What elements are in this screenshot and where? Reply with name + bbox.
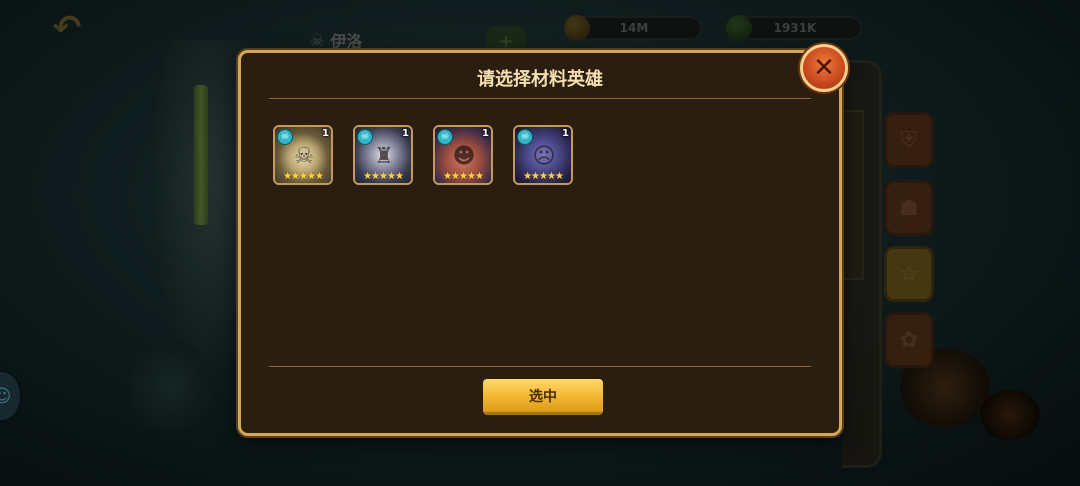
skull-faction-icon: ☠: [517, 129, 533, 145]
hero-card[interactable]: ♜ ☠ 1 ★★★★★: [353, 125, 413, 185]
title-divider: [269, 98, 811, 99]
pirate-face-icon: ☻: [452, 143, 476, 169]
skull-faction-icon: ☠: [277, 129, 293, 145]
hero-level: 1: [402, 128, 409, 139]
skull-faction-icon: ☠: [437, 129, 453, 145]
hero-level: 1: [482, 128, 489, 139]
hero-card[interactable]: ☹ ☠ 1 ★★★★★: [513, 125, 573, 185]
footer-divider: [269, 366, 811, 367]
skull-faction-icon: ☠: [357, 129, 373, 145]
hero-stars: ★★★★★: [283, 171, 324, 182]
hero-grid: ☠ ☠ 1 ★★★★★ ♜ ☠ 1 ★★★★★ ☻ ☠ 1 ★★★★★ ☹ ☠ …: [273, 125, 573, 185]
skull-face-icon: ☠: [294, 143, 314, 169]
hero-card[interactable]: ☠ ☠ 1 ★★★★★: [273, 125, 333, 185]
select-material-hero-dialog: 请选择材料英雄 ☠ ☠ 1 ★★★★★ ♜ ☠ 1 ★★★★★ ☻ ☠ 1 ★★…: [238, 50, 842, 436]
select-button[interactable]: 选中: [483, 379, 603, 415]
hero-level: 1: [562, 128, 569, 139]
hero-level: 1: [322, 128, 329, 139]
hero-stars: ★★★★★: [443, 171, 484, 182]
close-button[interactable]: ✕: [800, 44, 848, 92]
close-icon: ✕: [813, 53, 835, 83]
helmet-face-icon: ♜: [374, 143, 394, 169]
hero-stars: ★★★★★: [523, 171, 564, 182]
dialog-title: 请选择材料英雄: [477, 69, 603, 90]
sorceress-face-icon: ☹: [532, 143, 556, 169]
hero-card[interactable]: ☻ ☠ 1 ★★★★★: [433, 125, 493, 185]
hero-stars: ★★★★★: [363, 171, 404, 182]
